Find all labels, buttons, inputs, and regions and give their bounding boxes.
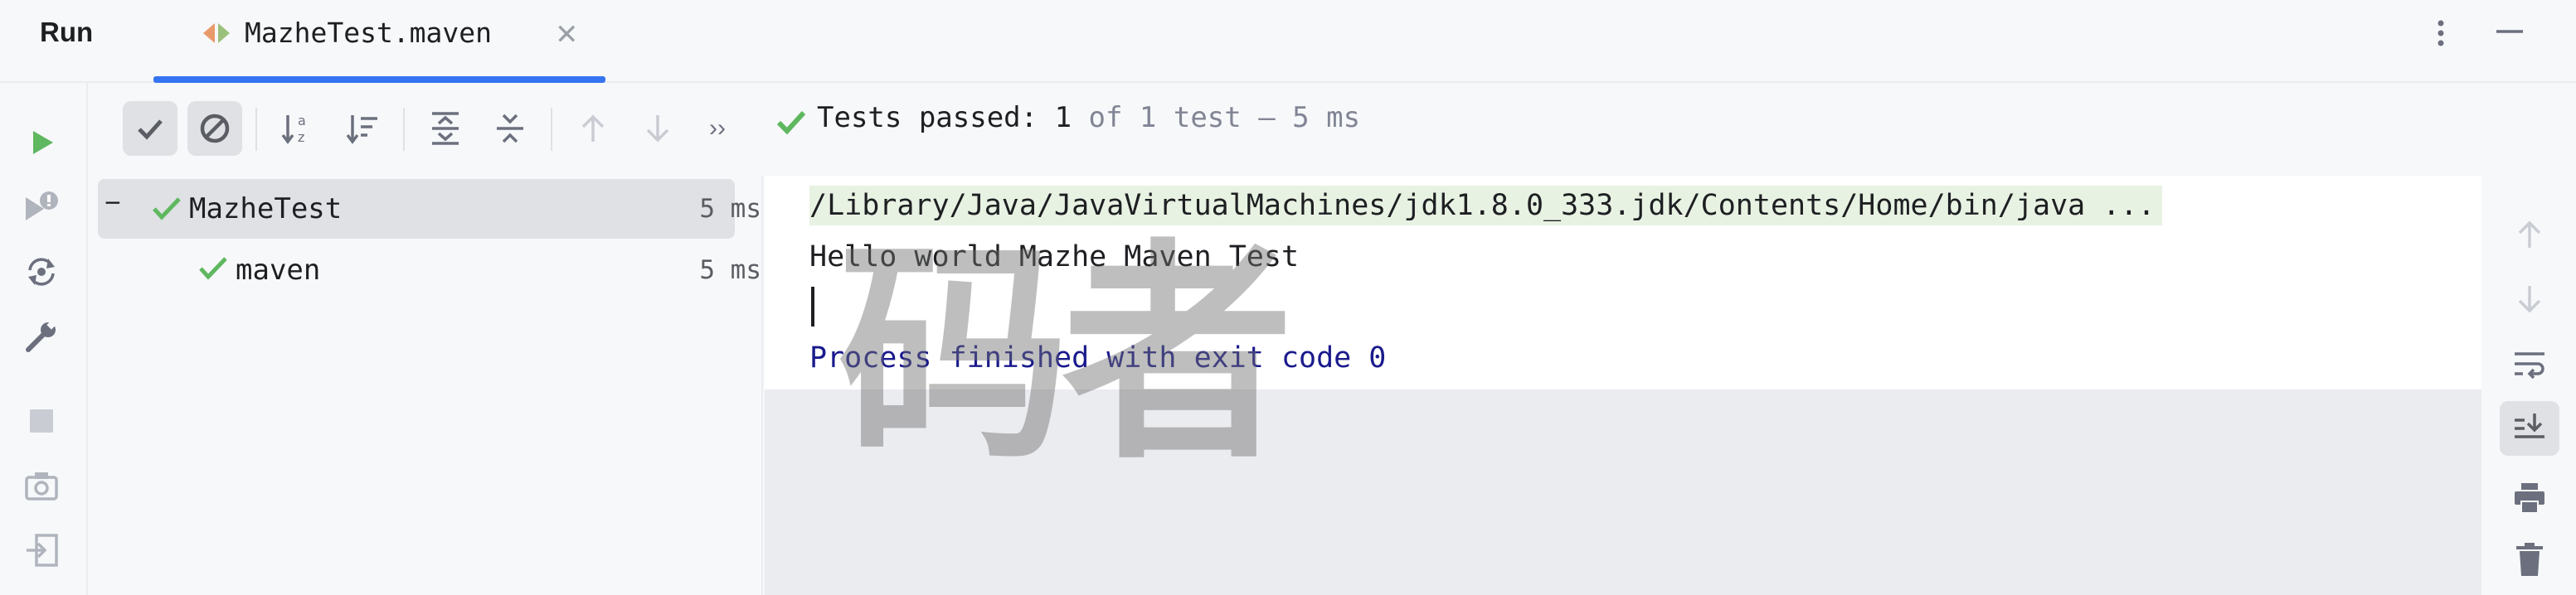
tree-row[interactable]: − MazheTest 5 ms [98,179,761,239]
scroll-up-icon [2518,220,2541,248]
splitter[interactable] [761,176,763,595]
collapse-all-icon [497,114,523,143]
tab-close-icon[interactable]: ✕ [555,18,579,51]
passed-check-icon [776,110,806,135]
status-text: Tests passed: 1 of 1 test – 5 ms [817,101,1360,134]
tree-row[interactable]: maven 5 ms [98,240,761,300]
console-actions-toolbar [2481,176,2576,595]
rerun-failed-icon [26,191,58,220]
svg-text:z: z [298,129,304,145]
next-failed-icon [646,115,669,143]
console-command-line[interactable]: /Library/Java/JavaVirtualMachines/jdk1.8… [809,186,2162,225]
previous-failed-button[interactable] [566,101,620,156]
stop-icon [30,409,53,433]
collapse-toggle-icon[interactable]: − [104,187,121,220]
scroll-down-icon [2518,286,2541,313]
scroll-up-button[interactable] [2500,207,2559,262]
print-icon [2515,483,2544,514]
rerun-failed-button[interactable] [18,184,65,230]
tree-item-label: maven [236,254,321,287]
rerun-button[interactable] [18,119,65,166]
print-button[interactable] [2500,471,2559,525]
text-caret [811,287,814,327]
toolbar-separator [403,108,405,151]
exit-button[interactable] [18,527,65,573]
tree-item-time: 5 ms [699,194,761,224]
screenshot-camera-icon [25,472,58,501]
status-sub-text: of 1 test – 5 ms [1072,101,1361,134]
console-output[interactable]: /Library/Java/JavaVirtualMachines/jdk1.8… [765,176,2481,595]
clear-all-button[interactable] [2500,532,2559,587]
svg-text:a: a [298,113,306,128]
run-config-tab[interactable]: MazheTest.maven ✕ [153,0,605,83]
stop-button[interactable] [18,398,65,444]
test-results-tree: − MazheTest 5 ms maven 5 ms [90,176,761,595]
run-tool-window-title: Run [40,17,94,47]
tab-label: MazheTest.maven [245,17,493,49]
settings-wrench-icon [26,320,56,352]
sort-by-duration-button[interactable] [335,101,390,156]
show-passed-button[interactable] [123,101,177,156]
rerun-icon [33,131,53,154]
soft-wrap-button[interactable] [2500,336,2559,391]
maven-config-icon [203,23,230,43]
previous-failed-icon [581,114,605,142]
watermark-band [765,389,2481,595]
active-tab-indicator [153,76,605,83]
sort-by-duration-icon [346,115,377,144]
expand-all-icon [432,112,459,145]
minimize-icon[interactable] [2493,17,2526,50]
console-exit-line: Process finished with exit code 0 [809,341,1387,375]
show-passed-icon [138,119,163,140]
run-actions-toolbar [0,83,88,595]
screenshot-button[interactable] [18,462,65,509]
exit-icon [27,534,58,567]
show-ignored-button[interactable] [187,101,242,156]
expand-all-button[interactable] [418,101,473,156]
test-tree-toolbar: az ›› [90,83,761,176]
toggle-auto-test-icon [28,258,55,286]
toggle-auto-test-button[interactable] [18,249,65,295]
show-ignored-icon [200,114,230,143]
status-main-text: Tests passed: 1 [817,101,1072,134]
toolbar-separator [551,108,552,151]
toolbar-separator [255,108,257,151]
sort-alphabetically-icon: az [281,113,306,145]
more-icon[interactable]: ›› [690,101,745,156]
more-options-icon[interactable] [2428,17,2453,50]
collapse-all-button[interactable] [483,101,537,156]
clear-all-icon [2516,543,2543,576]
soft-wrap-icon [2515,352,2544,380]
tool-window-header: Run MazheTest.maven ✕ [0,0,2576,83]
next-failed-button[interactable] [630,101,685,156]
scroll-down-button[interactable] [2500,272,2559,327]
passed-check-icon [153,197,181,220]
settings-button[interactable] [18,313,65,360]
sort-alphabetically-button[interactable]: az [270,101,325,156]
tree-item-label: MazheTest [189,192,343,225]
scroll-to-end-button[interactable] [2500,401,2559,456]
passed-check-icon [199,257,227,280]
tree-item-time: 5 ms [699,255,761,285]
scroll-to-end-icon [2515,414,2544,438]
test-status-bar: Tests passed: 1 of 1 test – 5 ms [767,83,2467,166]
console-output-line: Hello world Mazhe Maven Test [809,240,1300,273]
